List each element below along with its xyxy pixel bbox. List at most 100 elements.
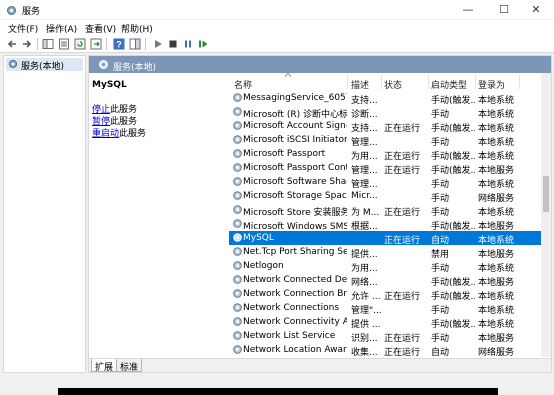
table-row[interactable]: Network Connectivity Assis...提供 ...手动(触发… bbox=[229, 315, 551, 330]
column-header-row: 名称 描述 状态 启动类型 登录为 bbox=[229, 73, 551, 91]
service-gear-icon bbox=[233, 275, 242, 284]
table-row[interactable]: Network Location Awarene... 收集... 正在运行 自动 网络… bbox=[229, 343, 551, 357]
service-description-cell: Micr... bbox=[351, 191, 378, 201]
service-name-cell: Netlogon bbox=[243, 261, 284, 271]
window-title: 服务 bbox=[22, 7, 41, 17]
table-row[interactable]: Netlogon 为用... 手动 本地系统 bbox=[229, 259, 551, 274]
service-gear-icon bbox=[233, 135, 242, 144]
table-row[interactable]: Microsoft iSCSI Initiator Ser...管理...手动本… bbox=[229, 133, 551, 148]
table-row[interactable]: Microsoft Windows SMS 路...根据...手动(触发...本… bbox=[229, 217, 551, 232]
service-gear-icon bbox=[233, 177, 242, 186]
sort-ascending-icon bbox=[285, 73, 291, 77]
column-header-description[interactable]: 描述 bbox=[351, 78, 369, 91]
menu-bar: 文件(F) 操作(A) 查看(V) 帮助(H) bbox=[0, 20, 554, 36]
column-divider[interactable] bbox=[347, 75, 348, 89]
table-row[interactable]: Network Connections 管理"... 手动 本地系统 bbox=[229, 301, 551, 316]
column-divider[interactable] bbox=[428, 75, 429, 89]
refresh-icon[interactable] bbox=[74, 38, 86, 50]
service-name-cell: MessagingService_60578ad bbox=[243, 93, 347, 103]
title-bar: 服务 — ☐ ✕ bbox=[0, 0, 554, 20]
service-gear-icon bbox=[233, 317, 242, 326]
console-tree: 服务(本地) bbox=[3, 55, 86, 373]
table-row[interactable]: Network Connection Broker允许 ...正在运行手动(触发… bbox=[229, 287, 551, 302]
forward-arrow-icon[interactable] bbox=[21, 38, 33, 50]
svg-text:?: ? bbox=[116, 40, 122, 50]
service-gear-icon bbox=[233, 205, 242, 214]
table-row[interactable]: Microsoft Software Shado...管理...手动本地系统 bbox=[229, 175, 551, 190]
table-row[interactable]: Microsoft Account Sign-in ...支持...正在运行手动… bbox=[229, 119, 551, 134]
service-gear-icon bbox=[233, 107, 242, 116]
view-tabs: 扩展 标准 bbox=[89, 358, 551, 373]
tree-item-services-local[interactable]: 服务(本地) bbox=[6, 58, 83, 72]
column-header-log-on-as[interactable]: 登录为 bbox=[478, 78, 505, 91]
column-header-name[interactable]: 名称 bbox=[234, 78, 252, 91]
vertical-scrollbar[interactable] bbox=[541, 73, 551, 357]
service-gear-icon bbox=[233, 289, 242, 298]
service-name-cell: Microsoft Account Sign-in ... bbox=[243, 121, 347, 131]
service-description-panel: MySQL 停止此服务 暂停此服务 重启动此服务 bbox=[89, 73, 229, 357]
pause-service-icon[interactable] bbox=[182, 38, 194, 50]
maximize-button[interactable]: ☐ bbox=[486, 0, 522, 20]
service-name-cell: Network Location Awarene... bbox=[243, 345, 347, 355]
table-row[interactable]: Net.Tcp Port Sharing Service提供...禁用本地服务 bbox=[229, 245, 551, 260]
column-divider[interactable] bbox=[475, 75, 476, 89]
column-divider[interactable] bbox=[381, 75, 382, 89]
table-row[interactable]: Microsoft Storage Spaces S...Micr...手动网络… bbox=[229, 189, 551, 204]
service-gear-icon bbox=[233, 219, 242, 228]
menu-help[interactable]: 帮助(H) bbox=[121, 22, 153, 35]
column-header-status[interactable]: 状态 bbox=[384, 78, 402, 91]
restart-service-link[interactable]: 重启动 bbox=[92, 129, 119, 139]
service-gear-icon bbox=[233, 191, 242, 200]
main-content: 服务(本地) 服务(本地) MySQL 停止此服务 暂停此服务 重启动此服务 名… bbox=[0, 53, 554, 376]
table-row[interactable]: Microsoft Passport 为用... 正在运行 手动(触发... 本地系统 bbox=[229, 147, 551, 162]
selected-service-name: MySQL bbox=[92, 80, 127, 90]
column-divider[interactable] bbox=[519, 75, 520, 89]
table-row[interactable]: Network Connected Devic...网络...手动(触发...本… bbox=[229, 273, 551, 288]
service-name-cell: Network Connected Devic... bbox=[243, 275, 347, 285]
close-button[interactable]: ✕ bbox=[518, 0, 554, 20]
menu-view[interactable]: 查看(V) bbox=[85, 22, 116, 35]
services-gear-icon bbox=[7, 6, 16, 15]
menu-file[interactable]: 文件(F) bbox=[8, 22, 38, 35]
show-hide-action-pane-icon[interactable] bbox=[129, 38, 141, 50]
service-log-on-as-cell: 网络服务 bbox=[478, 348, 515, 357]
console-tree-icon[interactable] bbox=[42, 38, 54, 50]
column-header-startup-type[interactable]: 启动类型 bbox=[431, 78, 467, 91]
services-gear-icon bbox=[8, 59, 18, 69]
tab-standard[interactable]: 标准 bbox=[116, 359, 143, 373]
back-arrow-icon[interactable] bbox=[6, 38, 18, 50]
table-row[interactable]: Network List Service 识别... 正在运行 手动 本地服务 bbox=[229, 329, 551, 344]
table-row[interactable]: Microsoft Passport Container管理...正在运行手动(… bbox=[229, 161, 551, 176]
table-row[interactable]: Microsoft Store 安装服务为 M... 正在运行 手动 本地系统 bbox=[229, 203, 551, 218]
export-list-icon[interactable] bbox=[90, 38, 102, 50]
service-name-cell: Microsoft iSCSI Initiator Ser... bbox=[243, 135, 347, 145]
properties-icon[interactable] bbox=[58, 38, 70, 50]
service-description-cell: 收集... bbox=[351, 348, 378, 357]
toolbar: ? bbox=[0, 36, 554, 53]
start-service-icon[interactable] bbox=[152, 38, 164, 50]
pane-header: 服务(本地) bbox=[89, 56, 551, 73]
service-name-cell: Net.Tcp Port Sharing Service bbox=[243, 247, 347, 257]
table-row[interactable]: Microsoft (R) 诊断中心标准...诊断...手动本地系统 bbox=[229, 105, 551, 120]
action-suffix: 此服务 bbox=[119, 129, 147, 139]
help-icon[interactable]: ? bbox=[113, 38, 125, 50]
table-row[interactable]: MessagingService_60578ad支持...手动(触发...本地系… bbox=[229, 91, 551, 106]
service-name-cell: Microsoft Passport Container bbox=[243, 163, 347, 173]
service-name-cell: Network List Service bbox=[243, 331, 336, 341]
service-gear-icon bbox=[233, 121, 242, 130]
stop-service-icon[interactable] bbox=[167, 38, 179, 50]
service-gear-icon bbox=[233, 149, 242, 158]
toolbar-divider bbox=[106, 38, 107, 50]
restart-service-icon[interactable] bbox=[197, 38, 209, 50]
service-gear-icon bbox=[233, 345, 242, 354]
service-status-cell: 正在运行 bbox=[384, 348, 421, 357]
services-pane: 服务(本地) MySQL 停止此服务 暂停此服务 重启动此服务 名称 描述 状态… bbox=[88, 55, 552, 373]
service-name-cell: Network Connection Broker bbox=[243, 289, 347, 299]
services-gear-icon bbox=[99, 60, 108, 69]
tab-extended[interactable]: 扩展 bbox=[91, 359, 118, 373]
table-row-selected[interactable]: MySQL 正在运行 自动 本地系统 bbox=[229, 231, 551, 246]
minimize-button[interactable]: — bbox=[450, 0, 486, 20]
service-name-cell: Microsoft Software Shado... bbox=[243, 177, 347, 187]
menu-action[interactable]: 操作(A) bbox=[46, 22, 77, 35]
scrollbar-thumb[interactable] bbox=[543, 176, 549, 212]
